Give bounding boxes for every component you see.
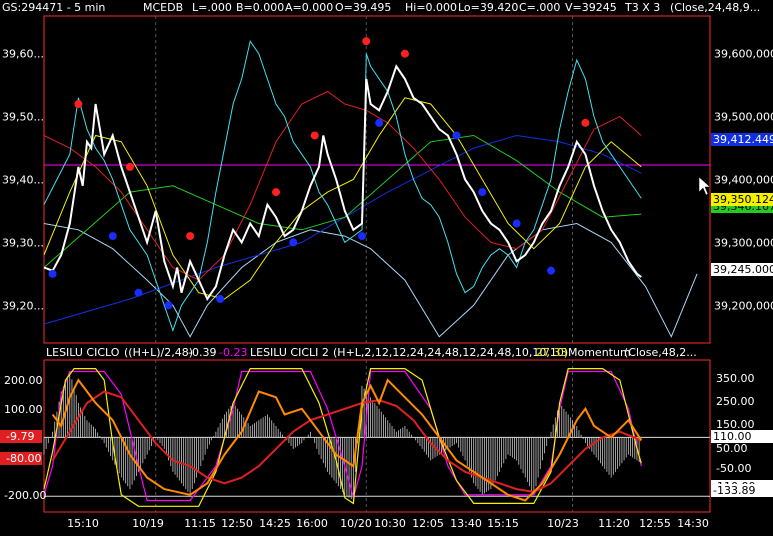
lower-y-tick-right-1: 250.00 xyxy=(716,395,755,408)
marker-blue-7 xyxy=(375,118,384,127)
lower-study-value-2: -0.23 xyxy=(219,346,247,359)
header-field-4: A=0.000 xyxy=(285,1,333,14)
header-field-5: O=39.495 xyxy=(335,1,391,14)
header-field-3: B=0.000 xyxy=(236,1,284,14)
y-tick-left-3: 39,30... xyxy=(2,236,44,249)
chart-root: GS:294471 - 5 min MCEDB L=.000 B=0.000 A=0.0… xyxy=(0,0,773,533)
x-tick-1: 10/19 xyxy=(132,517,164,530)
marker-blue-10 xyxy=(512,219,521,228)
lower-y-tick-right-4: -50.00 xyxy=(716,462,751,475)
marker-red-4 xyxy=(310,131,319,140)
y-tick-left-4: 39,20... xyxy=(2,299,44,312)
x-tick-14: 14:30 xyxy=(677,517,709,530)
lower-y-tick-left-3: -200.00 xyxy=(4,489,46,502)
lower-tag-white-1: 110.00 xyxy=(713,430,752,443)
marker-red-5 xyxy=(362,37,371,46)
x-tick-0: 15:10 xyxy=(67,517,99,530)
header-field-10: T3 X 3 xyxy=(624,1,660,14)
x-tick-2: 11:15 xyxy=(184,517,216,530)
lower-study-value-4: 27.33 xyxy=(536,346,568,359)
lower-study-params-3: (H+L,2,12,12,24,24,48,12,24,48,10,10,10) xyxy=(333,346,568,359)
y-tick-left-0: 39,60... xyxy=(2,48,44,61)
marker-blue-3 xyxy=(164,301,173,310)
header-field-0: GS:294471 - 5 min xyxy=(2,1,105,14)
marker-red-2 xyxy=(186,232,195,241)
marker-blue-5 xyxy=(289,238,298,247)
x-tick-7: 10:30 xyxy=(374,517,406,530)
lower-y-tick-right-3: 50.00 xyxy=(716,442,748,455)
price-tag-yellow: 39,350.124 xyxy=(713,193,773,206)
x-tick-12: 11:20 xyxy=(598,517,630,530)
y-tick-right-3: 39,300,000 xyxy=(714,236,773,249)
y-tick-left-2: 39,40... xyxy=(2,174,44,187)
y-tick-left-1: 39,50... xyxy=(2,111,44,124)
lower-study-params-5: (Close,48,2... xyxy=(624,346,697,359)
price-tag-white: 39,245.000 xyxy=(713,263,773,276)
lower-y-tick-right-0: 350.00 xyxy=(716,372,755,385)
x-tick-11: 10/23 xyxy=(547,517,579,530)
marker-red-1 xyxy=(125,162,134,171)
lower-y-tick-left-1: 100.00 xyxy=(4,403,43,416)
marker-red-0 xyxy=(74,100,83,109)
x-tick-6: 10/20 xyxy=(340,517,372,530)
lower-study-name-3: LESILU CICLI 2 xyxy=(250,346,329,359)
lower-tag-red-1: -9.79 xyxy=(6,430,34,443)
marker-blue-8 xyxy=(452,131,461,140)
lower-y-tick-left-0: 200.00 xyxy=(4,374,43,387)
header-field-6: Hi=0.000 xyxy=(405,1,457,14)
lower-study-value-1: -0.39 xyxy=(188,346,216,359)
price-tag-blue: 39,412.449 xyxy=(713,133,773,146)
x-tick-4: 14:25 xyxy=(259,517,291,530)
header-field-7: Lo=39.420 xyxy=(458,1,518,14)
lower-study-name-5: Momentum xyxy=(568,346,631,359)
x-tick-9: 13:40 xyxy=(450,517,482,530)
header-field-11: (Close,24,48,9... xyxy=(670,1,760,14)
y-tick-right-1: 39,500,000 xyxy=(714,111,773,124)
x-tick-13: 12:55 xyxy=(639,517,671,530)
x-tick-8: 12:05 xyxy=(412,517,444,530)
background xyxy=(0,0,773,533)
marker-blue-4 xyxy=(216,294,225,303)
header-field-9: V=39245 xyxy=(565,1,617,14)
marker-red-3 xyxy=(272,188,281,197)
marker-blue-2 xyxy=(134,288,143,297)
y-tick-right-2: 39,400,000 xyxy=(714,174,773,187)
trading-chart: GS:294471 - 5 min MCEDB L=.000 B=0.000 A=0.0… xyxy=(0,0,773,533)
y-tick-right-4: 39,200,000 xyxy=(714,299,773,312)
marker-red-6 xyxy=(400,49,409,58)
x-tick-5: 16:00 xyxy=(296,517,328,530)
lower-study-params-1: ((H+L)/2,48) xyxy=(124,346,193,359)
lower-tag-white-3: -133.89 xyxy=(713,484,755,497)
lower-tag-red-2: -80.00 xyxy=(6,452,41,465)
marker-blue-11 xyxy=(547,266,556,275)
header-field-1: MCEDB xyxy=(143,1,183,14)
marker-blue-6 xyxy=(357,232,366,241)
lower-study-name-1: LESILU CICLO xyxy=(46,346,120,359)
header-field-8: C=.000 xyxy=(519,1,560,14)
marker-blue-1 xyxy=(108,232,117,241)
marker-blue-0 xyxy=(48,269,57,278)
header-field-2: L=.000 xyxy=(192,1,232,14)
x-tick-3: 12:50 xyxy=(221,517,253,530)
y-tick-right-0: 39,600,000 xyxy=(714,48,773,61)
x-tick-10: 15:15 xyxy=(487,517,519,530)
marker-blue-9 xyxy=(478,188,487,197)
marker-red-7 xyxy=(581,118,590,127)
